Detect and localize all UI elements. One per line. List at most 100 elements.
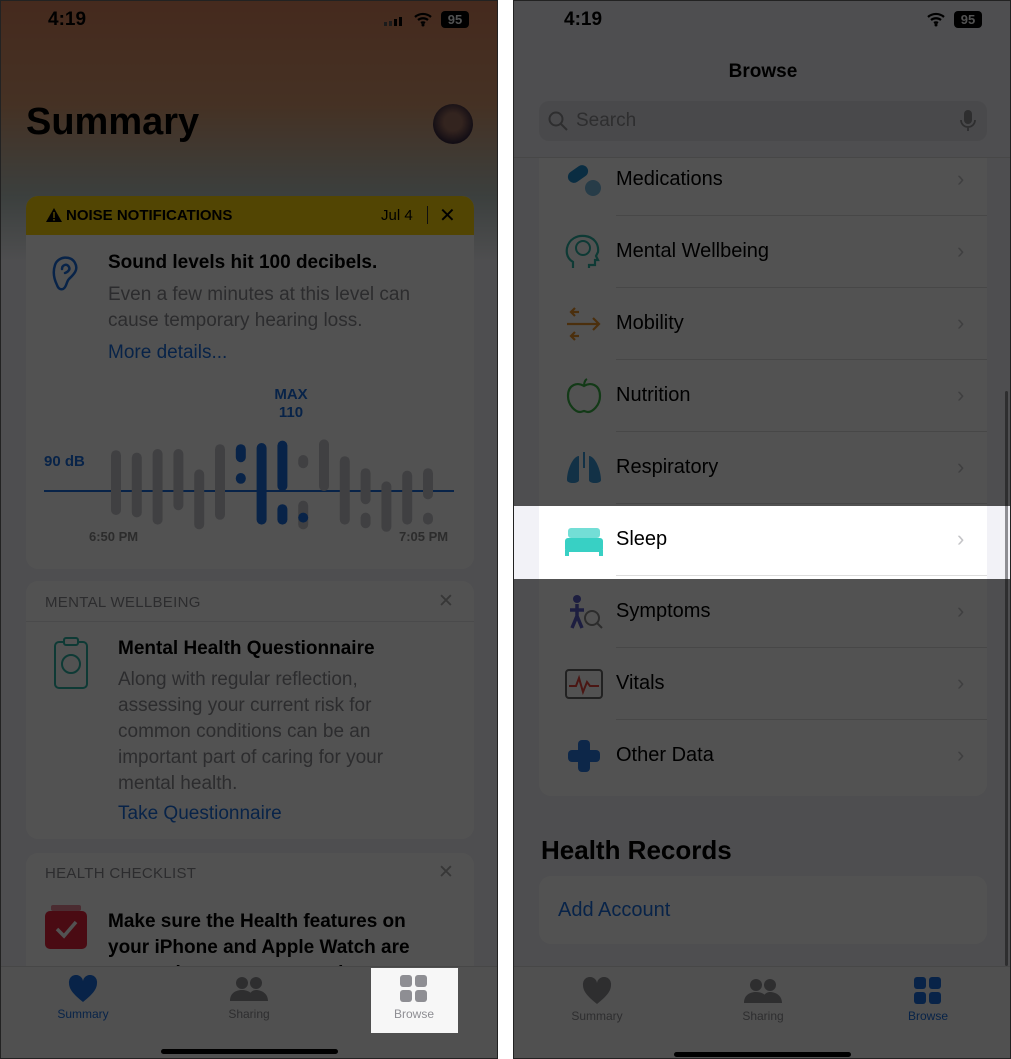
body-line: important part of caring for your — [118, 747, 384, 768]
brain-head-icon — [565, 234, 600, 268]
card-header-title: NOISE NOTIFICATIONS — [66, 207, 233, 224]
questionnaire-icon — [54, 637, 88, 689]
browse-screen: Medications › Mental Wellbeing › Mobilit… — [513, 0, 1011, 1059]
add-account-link[interactable]: Add Account — [558, 899, 670, 922]
notification-body-1: Even a few minutes at this level can — [108, 284, 411, 305]
heart-icon — [68, 975, 98, 1002]
tab-label: Browse — [393, 1007, 434, 1021]
tab-label: Summary — [571, 1009, 623, 1023]
noise-chart — [44, 439, 454, 532]
microphone-icon[interactable] — [960, 110, 976, 132]
tab-browse[interactable]: Browse — [883, 977, 973, 1023]
noise-bar — [381, 481, 392, 532]
tab-sharing[interactable]: Sharing — [718, 977, 808, 1023]
nav-title: Browse — [728, 61, 798, 82]
chevron-right-icon: › — [957, 742, 965, 767]
more-details-link[interactable]: More details... — [108, 342, 227, 364]
battery-level: 95 — [954, 11, 982, 28]
mental-wellbeing-card[interactable]: MENTAL WELLBEING ✕ Mental Health Questio… — [26, 581, 474, 839]
noise-bar — [298, 455, 309, 469]
add-account-card[interactable]: Add Account — [539, 876, 987, 944]
card-header-title: HEALTH CHECKLIST — [45, 865, 197, 882]
close-icon[interactable]: ✕ — [438, 861, 454, 884]
body-line: your iPhone and Apple Watch are — [108, 937, 410, 958]
tab-browse[interactable]: Browse — [369, 975, 459, 1021]
home-indicator[interactable] — [674, 1052, 851, 1057]
card-header-title: MENTAL WELLBEING — [45, 594, 201, 611]
wifi-icon — [414, 12, 432, 27]
category-row-mobility[interactable]: Mobility › — [539, 288, 987, 360]
tab-bar: Summary Sharing Browse — [514, 966, 1010, 1058]
home-indicator[interactable] — [161, 1049, 338, 1054]
noise-bar — [235, 444, 246, 463]
body-line: Along with regular reflection, — [118, 669, 358, 690]
noise-bar — [215, 444, 225, 520]
close-icon[interactable]: ✕ — [439, 203, 456, 228]
noise-bar — [152, 449, 163, 525]
category-label: Vitals — [616, 672, 665, 694]
plus-icon — [568, 740, 600, 772]
noise-bar — [402, 470, 413, 525]
tab-label: Sharing — [228, 1007, 270, 1021]
questionnaire-body: Along with regular reflection, assessing… — [118, 667, 383, 797]
noise-bar — [423, 468, 433, 500]
take-questionnaire-link[interactable]: Take Questionnaire — [118, 803, 282, 825]
category-row-sleep[interactable]: Sleep › — [539, 504, 987, 576]
category-label: Medications — [616, 168, 723, 190]
category-label: Mental Wellbeing — [616, 240, 770, 262]
grid-icon — [400, 975, 427, 1002]
profile-avatar[interactable] — [433, 104, 473, 144]
category-label: Other Data — [616, 744, 714, 766]
health-records-title: Health Records — [541, 835, 732, 865]
noise-bar — [173, 449, 184, 511]
category-label: Symptoms — [616, 600, 711, 622]
chevron-right-icon: › — [957, 166, 965, 191]
close-icon[interactable]: ✕ — [438, 590, 454, 613]
tab-summary[interactable]: Summary — [38, 975, 128, 1021]
summary-screen: 4:19 95 Summary NOISE NOTIFICATIONS Jul … — [0, 0, 498, 1059]
tab-sharing[interactable]: Sharing — [204, 975, 294, 1021]
chevron-right-icon: › — [957, 598, 965, 623]
tab-label: Browse — [907, 1009, 948, 1023]
checklist-icon — [45, 905, 87, 949]
category-row-nutrition[interactable]: Nutrition › — [539, 360, 987, 432]
noise-notification-card[interactable]: NOISE NOTIFICATIONS Jul 4 ✕ Sound levels… — [26, 196, 474, 569]
search-icon — [548, 111, 568, 131]
noise-bar — [277, 504, 288, 525]
category-row-respiratory[interactable]: Respiratory › — [539, 432, 987, 504]
card-header: NOISE NOTIFICATIONS Jul 4 ✕ — [26, 196, 474, 235]
tab-label: Sharing — [742, 1009, 784, 1023]
category-row-other-data[interactable]: Other Data › — [539, 720, 987, 792]
arrows-icon — [567, 307, 601, 341]
page-title: Summary — [26, 101, 200, 143]
status-time: 4:19 — [48, 9, 87, 30]
status-time: 4:19 — [564, 9, 603, 30]
noise-bar — [277, 440, 288, 491]
noise-bar — [111, 450, 121, 515]
chevron-right-icon: › — [957, 526, 965, 551]
apple-icon — [566, 378, 602, 414]
vitals-icon — [565, 669, 603, 699]
noise-bar — [256, 443, 267, 525]
noise-bar — [360, 468, 371, 505]
scrollbar[interactable] — [1005, 391, 1008, 966]
search-placeholder: Search — [576, 110, 637, 131]
body-line: common conditions can be an — [118, 721, 371, 742]
wifi-icon — [927, 12, 945, 27]
x-start-label: 6:50 PM — [89, 529, 139, 544]
category-row-vitals[interactable]: Vitals › — [539, 648, 987, 720]
nav-header: 4:19 95 Browse Search — [514, 1, 1010, 158]
body-line: mental health. — [118, 773, 238, 794]
ear-icon — [52, 256, 78, 291]
category-row-mental-wellbeing[interactable]: Mental Wellbeing › — [539, 216, 987, 288]
card-date: Jul 4 — [381, 207, 413, 224]
noise-bar — [235, 473, 246, 484]
noise-bar — [131, 452, 142, 518]
category-label: Mobility — [616, 312, 684, 334]
body-line: assessing your current risk for — [118, 695, 372, 716]
tab-summary[interactable]: Summary — [552, 977, 642, 1023]
body-line: Make sure the Health features on — [108, 911, 406, 932]
people-icon — [744, 979, 782, 1003]
search-input[interactable]: Search — [539, 101, 987, 141]
category-row-symptoms[interactable]: Symptoms › — [539, 576, 987, 648]
